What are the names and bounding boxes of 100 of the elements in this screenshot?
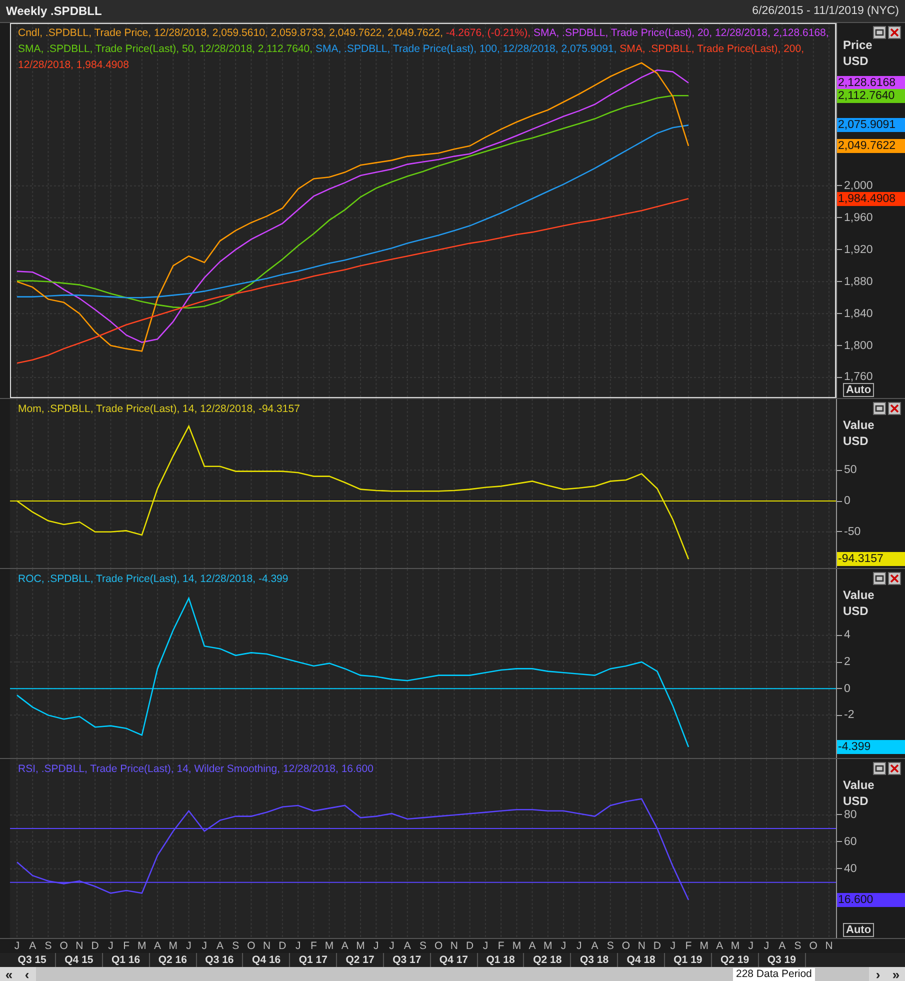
- chart-legend: Cndl, .SPDBLL, Trade Price, 12/28/2018, 2,059.5610, 2,059.8733, 2,049.7622, 2,049.7622, -4.2676, (-0.21%), SMA, .SPDBLL, Trade Price(Last), 20, 12/28/2018, 2,128.6168, SMA, .SPDBLL, Trade Price(Last), 50, 12/28/2018, 2,112.7640, SMA, .SPDBLL, Trade Price(Last), 100, 12/28/2018, 2,075.9091, SMA, .SPDBLL, Trade Price(Last), 200, 12/28/2018, 1,984.4908: [18, 25, 830, 73]
- month-label: N: [76, 939, 84, 953]
- month-label: J: [295, 939, 301, 953]
- chart-legend: ROC, .SPDBLL, Trade Price(Last), 14, 12/28/2018, -4.399: [18, 571, 830, 587]
- auto-scale-button[interactable]: Auto: [843, 923, 874, 937]
- month-label: J: [748, 939, 754, 953]
- month-label: O: [434, 939, 443, 953]
- month-label: D: [466, 939, 474, 953]
- month-label: S: [44, 939, 52, 953]
- month-label: M: [324, 939, 334, 953]
- scroll-button[interactable]: »: [887, 967, 905, 981]
- month-label: F: [123, 939, 130, 953]
- month-label: J: [670, 939, 676, 953]
- axis-tick-label: 80: [844, 808, 857, 821]
- month-label: M: [544, 939, 552, 953]
- axis-tick-label: -50: [844, 526, 861, 538]
- month-label: D: [91, 939, 99, 953]
- month-label: M: [356, 939, 365, 953]
- restore-icon[interactable]: [873, 402, 886, 415]
- axis-unit: USD: [843, 793, 870, 809]
- month-label: A: [341, 939, 348, 953]
- chart-legend: RSI, .SPDBLL, Trade Price(Last), 14, Wilder Smoothing, 12/28/2018, 16.600: [18, 761, 830, 777]
- month-label: J: [482, 939, 488, 953]
- axis-tick-label: 1,880: [844, 276, 873, 288]
- month-label: M: [730, 939, 740, 953]
- month-label: S: [794, 939, 802, 953]
- restore-icon[interactable]: [873, 572, 886, 585]
- scroll-button[interactable]: ‹: [18, 967, 36, 981]
- month-label: N: [825, 939, 833, 953]
- month-label: S: [232, 939, 240, 953]
- last-value-tag: 2,112.7640: [837, 88, 905, 103]
- month-label: N: [638, 939, 646, 953]
- month-label: A: [404, 939, 411, 953]
- axis-title: Value: [843, 417, 874, 433]
- axis-tick-label: 2: [844, 656, 850, 668]
- month-label: N: [450, 939, 458, 953]
- date-range: 6/26/2015 - 11/1/2019 (NYC): [752, 5, 899, 17]
- month-label: A: [591, 939, 598, 953]
- axis-tick-label: 1,840: [844, 308, 873, 320]
- last-value-tag: -4.399: [837, 740, 905, 754]
- axis-tick-label: -2: [844, 709, 854, 722]
- month-label: A: [716, 939, 724, 953]
- scroll-button[interactable]: «: [0, 967, 18, 981]
- scroll-button[interactable]: ›: [869, 967, 887, 981]
- axis-tick-label: 4: [844, 629, 850, 642]
- axis-tick-label: 0: [844, 682, 850, 695]
- month-label: A: [154, 939, 162, 953]
- restore-icon[interactable]: [873, 762, 886, 775]
- month-label: D: [278, 939, 286, 953]
- last-value-tag: 16.600: [837, 892, 905, 907]
- month-label: O: [60, 939, 68, 953]
- close-icon[interactable]: [888, 26, 901, 39]
- axis-tick-label: 60: [844, 836, 857, 848]
- month-label: F: [498, 939, 504, 953]
- close-icon[interactable]: [888, 402, 901, 415]
- month-label: M: [512, 939, 522, 953]
- month-label: M: [700, 939, 708, 953]
- restore-icon[interactable]: [873, 26, 886, 39]
- data-period-label: 228 Data Period: [733, 968, 815, 981]
- month-label: J: [186, 939, 192, 953]
- month-label: J: [14, 939, 20, 953]
- month-label: J: [560, 939, 566, 953]
- last-value-tag: 2,128.6168: [837, 76, 905, 90]
- axis-tick-label: 1,760: [844, 371, 873, 384]
- last-value-tag: 2,049.7622: [837, 138, 905, 153]
- axis-tick-label: 1,800: [844, 340, 873, 352]
- month-label: J: [764, 939, 770, 953]
- month-label: O: [622, 939, 630, 953]
- axis-unit: USD: [843, 53, 870, 69]
- axis-tick-label: 2,000: [844, 180, 873, 192]
- auto-scale-button[interactable]: Auto: [843, 383, 874, 397]
- month-label: D: [653, 939, 662, 953]
- axis-tick-label: 0: [844, 495, 850, 507]
- month-label: S: [420, 939, 426, 953]
- month-label: J: [202, 939, 207, 953]
- month-label: A: [528, 939, 536, 953]
- last-value-tag: 1,984.4908: [837, 192, 905, 206]
- last-value-tag: -94.3157: [837, 552, 905, 566]
- month-label: M: [168, 939, 178, 953]
- month-label: O: [809, 939, 818, 953]
- month-label: S: [606, 939, 614, 953]
- month-label: A: [29, 939, 36, 953]
- month-label: F: [310, 939, 317, 953]
- axis-title: Price: [843, 37, 872, 53]
- month-label: J: [576, 939, 582, 953]
- axis-tick-label: 50: [844, 464, 857, 476]
- month-label: A: [778, 939, 786, 953]
- close-icon[interactable]: [888, 762, 901, 775]
- chart-legend: Mom, .SPDBLL, Trade Price(Last), 14, 12/28/2018, -94.3157: [18, 401, 830, 417]
- month-label: J: [108, 939, 114, 953]
- month-label: N: [263, 939, 271, 953]
- month-label: F: [685, 939, 692, 953]
- axis-tick-label: 1,920: [844, 244, 873, 256]
- close-icon[interactable]: [888, 572, 901, 585]
- axis-unit: USD: [843, 433, 870, 449]
- month-label: J: [374, 939, 379, 953]
- month-label: A: [216, 939, 224, 953]
- month-label: O: [247, 939, 256, 953]
- axis-unit: USD: [843, 603, 870, 619]
- last-value-tag: 2,075.9091: [837, 118, 905, 132]
